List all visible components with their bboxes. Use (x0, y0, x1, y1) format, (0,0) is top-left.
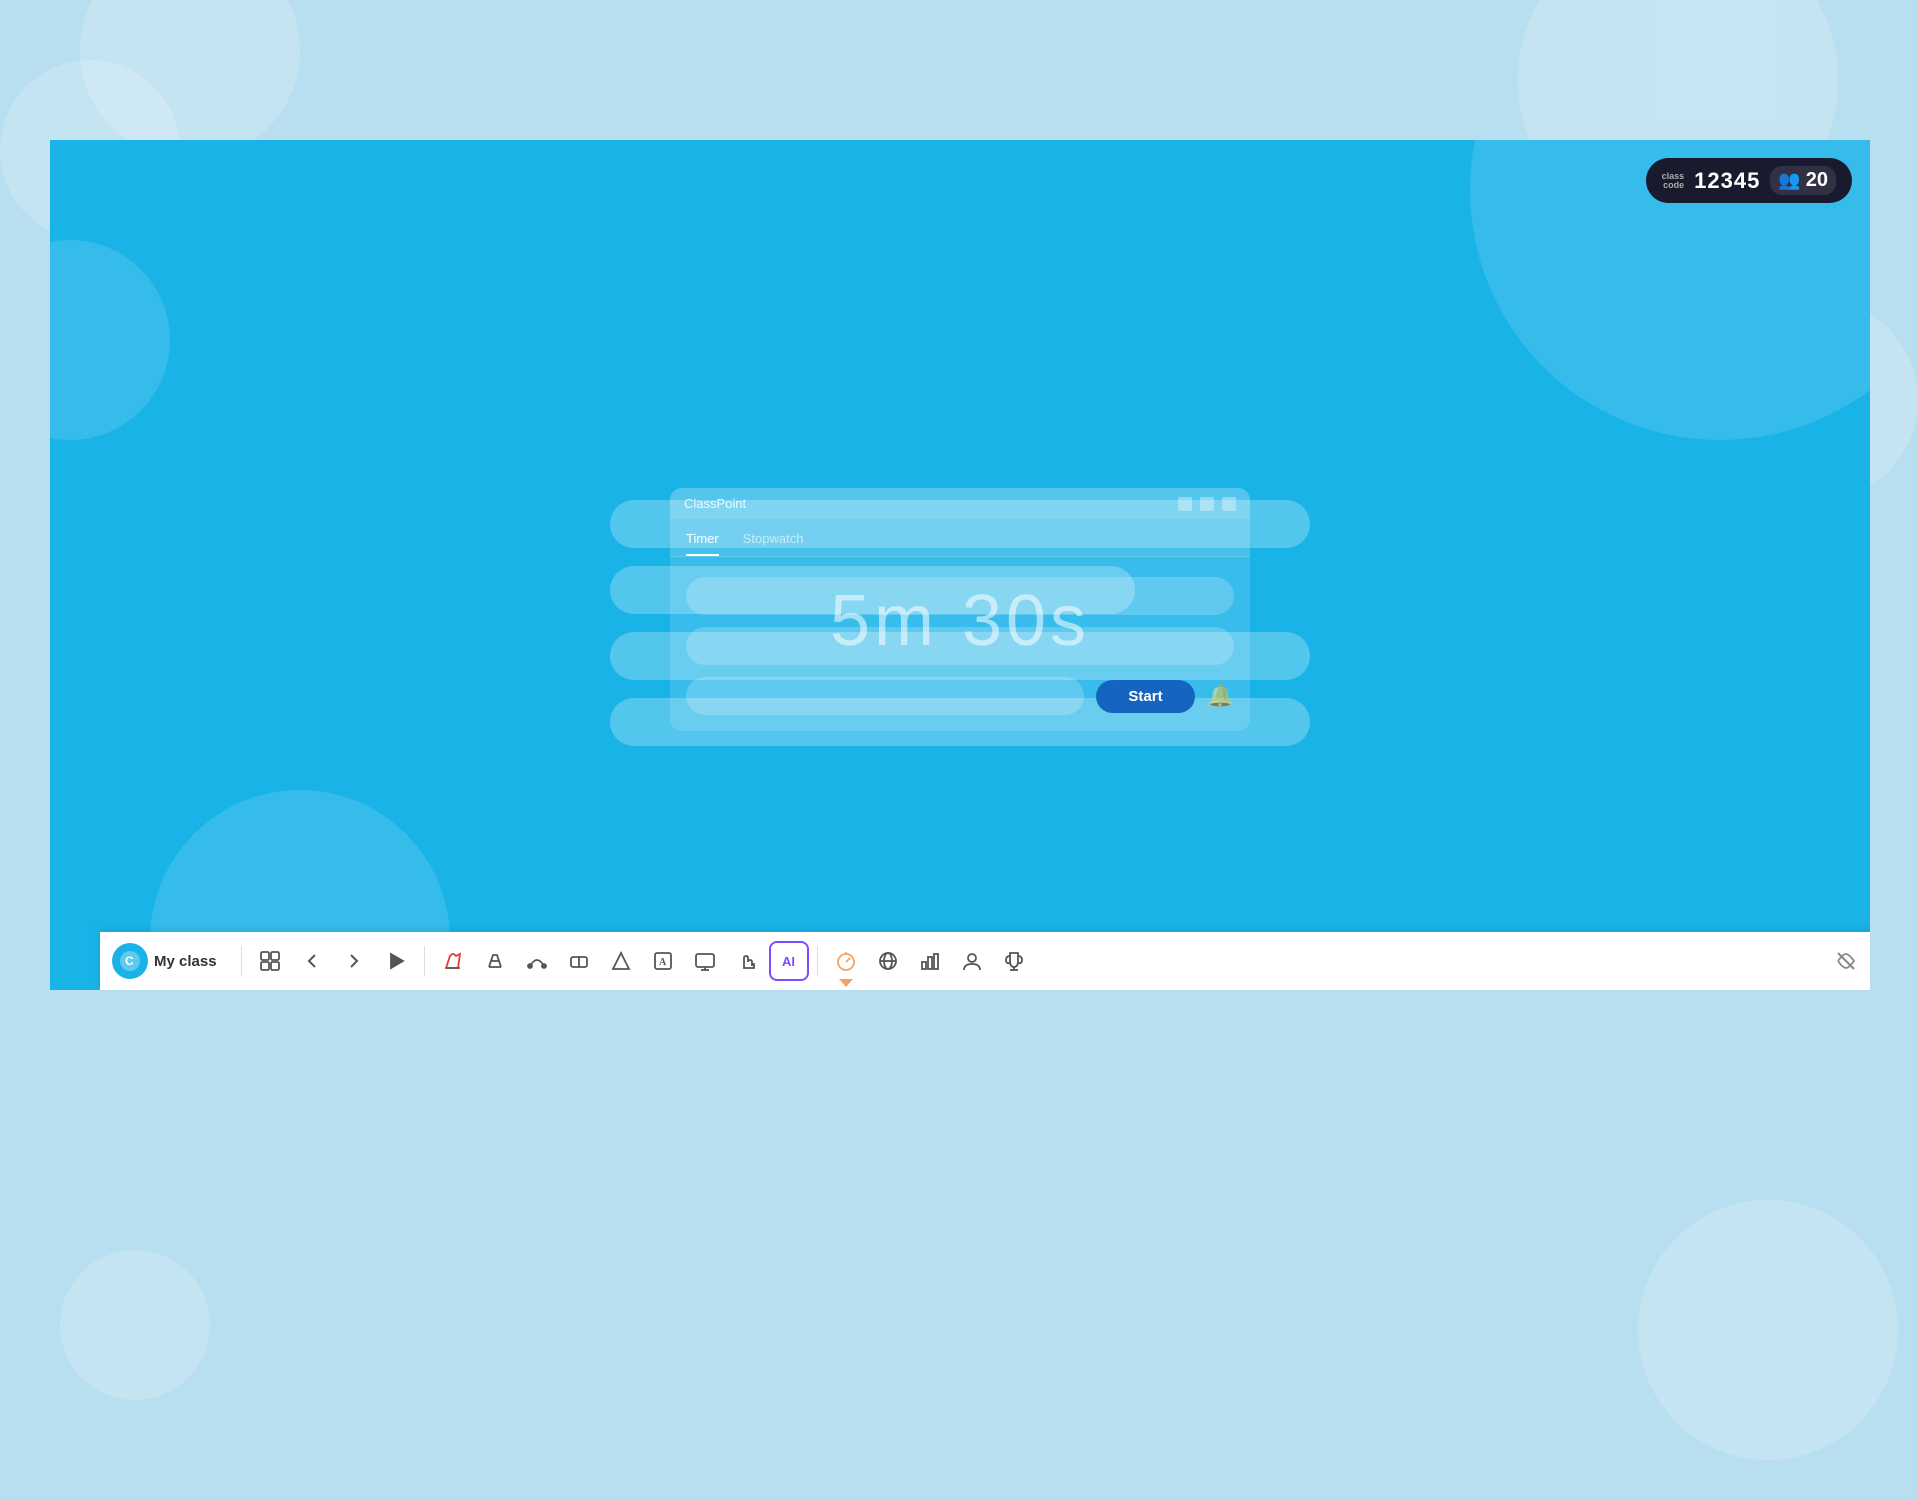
play-button[interactable] (376, 941, 416, 981)
trophy-button[interactable] (994, 941, 1034, 981)
shapes-button[interactable] (601, 941, 641, 981)
grid-view-button[interactable] (250, 941, 290, 981)
start-button[interactable]: Start (1096, 680, 1194, 713)
profile-button[interactable] (952, 941, 992, 981)
close-btn[interactable] (1222, 497, 1236, 511)
svg-text:C: C (125, 954, 134, 968)
class-code-number: 12345 (1694, 168, 1760, 194)
timer-button[interactable] (826, 941, 866, 981)
timer-indicator-arrow (839, 979, 853, 987)
hide-button[interactable] (1826, 941, 1866, 981)
svg-text:A: A (659, 957, 667, 968)
timer-panel: ClassPoint Timer Stopwatch (670, 488, 1250, 731)
timer-bar-3 (686, 677, 1084, 715)
toolbar: C My class (100, 932, 1870, 990)
timer-body: Start 🔔 (670, 557, 1250, 731)
presentation-wrapper: class code 12345 👥 20 5m 30s ClassPoint (50, 140, 1870, 990)
whiteboard-button[interactable] (685, 941, 725, 981)
toolbar-class-name: My class (154, 953, 217, 970)
ai-button[interactable]: AI (769, 941, 809, 981)
tab-timer[interactable]: Timer (686, 527, 719, 556)
participants-icon: 👥 (1778, 170, 1800, 191)
timer-app-title: ClassPoint (684, 496, 746, 511)
toolbar-right (1826, 941, 1870, 981)
titlebar-controls[interactable] (1178, 497, 1236, 511)
highlighter-button[interactable] (475, 941, 515, 981)
divider-1 (241, 946, 242, 976)
close-red-button[interactable] (1868, 941, 1870, 981)
pen-button[interactable] (433, 941, 473, 981)
bell-icon[interactable]: 🔔 (1207, 683, 1234, 709)
divider-3 (817, 946, 818, 976)
presentation-area: class code 12345 👥 20 5m 30s ClassPoint (50, 140, 1870, 990)
timer-titlebar: ClassPoint (670, 488, 1250, 519)
forward-button[interactable] (334, 941, 374, 981)
class-code-badge[interactable]: class code 12345 👥 20 (1646, 158, 1852, 203)
participants-count: 20 (1806, 169, 1828, 192)
timer-tabs: Timer Stopwatch (670, 519, 1250, 557)
text-button[interactable]: A (643, 941, 683, 981)
maximize-btn[interactable] (1200, 497, 1214, 511)
minimize-btn[interactable] (1178, 497, 1192, 511)
chart-button[interactable] (910, 941, 950, 981)
globe-button[interactable] (868, 941, 908, 981)
back-button[interactable] (292, 941, 332, 981)
participants-badge: 👥 20 (1770, 166, 1836, 195)
toolbar-logo: C (112, 943, 148, 979)
tab-stopwatch[interactable]: Stopwatch (743, 527, 804, 556)
timer-bar-2 (686, 627, 1234, 665)
hand-button[interactable] (727, 941, 767, 981)
ai-label: AI (782, 954, 795, 969)
arch-pen-button[interactable] (517, 941, 557, 981)
eraser-button[interactable] (559, 941, 599, 981)
divider-2 (424, 946, 425, 976)
timer-bar-1 (686, 577, 1234, 615)
timer-bottom-row: Start 🔔 (686, 677, 1234, 715)
